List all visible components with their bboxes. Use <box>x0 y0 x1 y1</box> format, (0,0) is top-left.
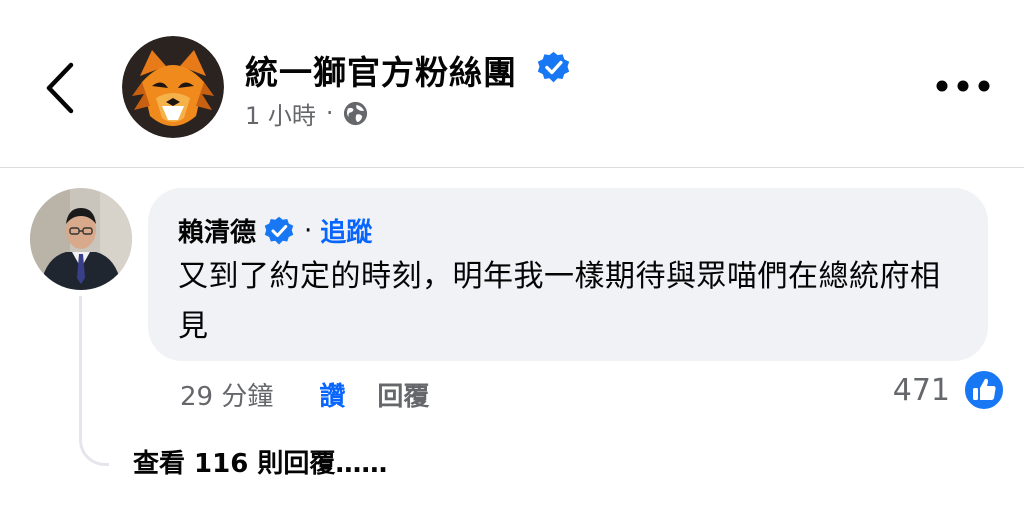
verified-badge-icon <box>264 216 294 244</box>
more-horizontal-icon <box>936 80 990 92</box>
meta-separator: · <box>325 99 334 127</box>
post-timestamp[interactable]: 1 小時 <box>245 96 316 131</box>
view-more-replies-link[interactable]: 查看 116 則回覆…… <box>133 443 387 480</box>
comment-actions: 29 分鐘 讚 回覆 <box>180 372 429 416</box>
like-button[interactable]: 讚 <box>319 376 345 413</box>
thread-connector <box>79 296 109 466</box>
reaction-count[interactable]: 471 <box>893 368 950 412</box>
name-separator: · <box>304 215 313 246</box>
verified-badge-icon <box>537 51 570 83</box>
commenter-name[interactable]: 賴清德 <box>178 212 256 249</box>
person-photo-icon <box>30 188 132 290</box>
commenter-avatar[interactable] <box>30 188 132 290</box>
page-name[interactable]: 統一獅官方粉絲團 <box>245 46 517 94</box>
post-meta: 1 小時 · <box>245 96 369 130</box>
lion-logo-icon <box>122 36 224 138</box>
back-button[interactable] <box>38 58 82 118</box>
comment-bubble: 賴清德 · 追蹤 又到了約定的時刻，明年我一樣期待與眾喵們在總統府相見 <box>148 188 988 361</box>
comment-timestamp[interactable]: 29 分鐘 <box>180 376 273 413</box>
comment-screen: 統一獅官方粉絲團 1 小時 · 賴清德 · 追蹤 又到了約定的時刻，明年我一樣期… <box>0 0 1024 508</box>
comment-text: 又到了約定的時刻，明年我一樣期待與眾喵們在總統府相見 <box>178 259 941 344</box>
commenter-row: 賴清德 · 追蹤 <box>178 212 372 249</box>
globe-icon[interactable] <box>342 100 369 127</box>
chevron-left-icon <box>46 62 74 114</box>
like-reaction-icon[interactable] <box>963 369 1005 411</box>
follow-button[interactable]: 追蹤 <box>320 212 372 249</box>
post-header: 統一獅官方粉絲團 1 小時 · <box>0 0 1024 168</box>
page-avatar[interactable] <box>122 36 224 138</box>
reply-button[interactable]: 回覆 <box>377 376 429 413</box>
more-options-button[interactable] <box>930 66 996 106</box>
